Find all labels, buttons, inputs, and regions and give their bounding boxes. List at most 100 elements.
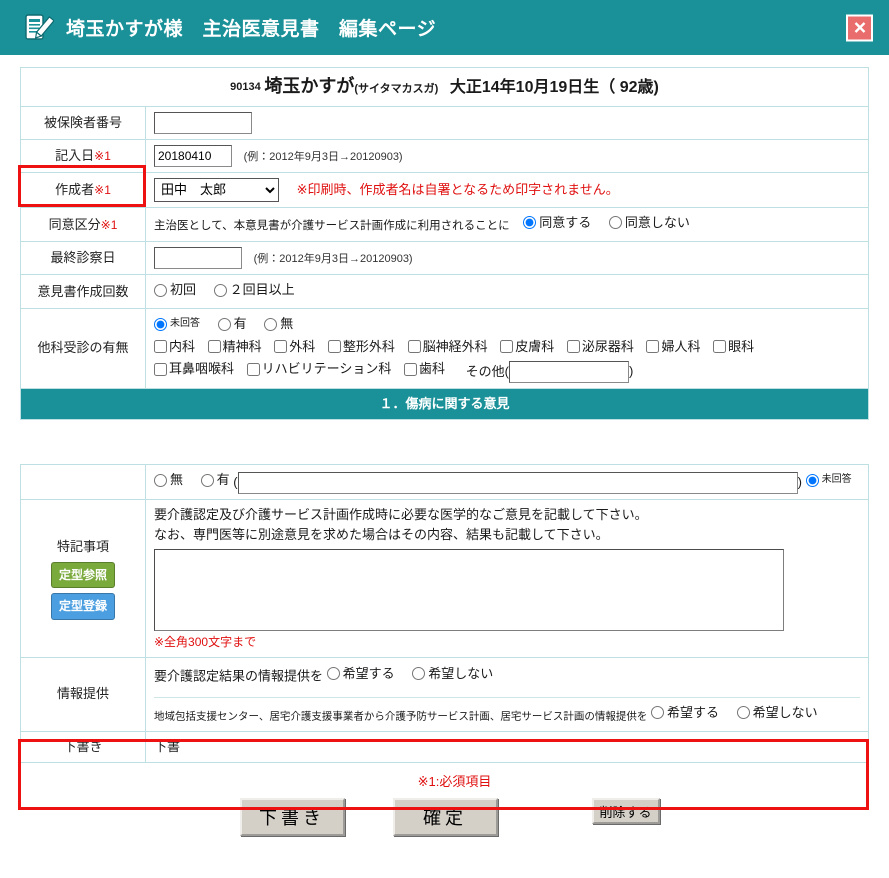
dept-checkbox[interactable]: 脳神経外科 — [407, 337, 488, 357]
dept-checkbox[interactable]: 婦人科 — [646, 337, 701, 357]
other-dept-yes-radio[interactable] — [217, 317, 231, 331]
umu-none-radio[interactable] — [154, 473, 167, 487]
template-register-button[interactable]: 定型登録 — [51, 593, 115, 620]
last-exam-hint: (例：2012年9月3日→20120903) — [253, 253, 413, 266]
entry-date-cell: (例：2012年9月3日→20120903) — [145, 138, 869, 173]
info-provide-line2-no-radio[interactable] — [736, 706, 750, 720]
dept-checkbox[interactable]: 整形外科 — [327, 337, 395, 357]
info-provide-line2-yes-option[interactable]: 希望する — [651, 703, 719, 723]
other-dept-no-radio[interactable] — [264, 317, 278, 331]
patient-banner: 90134 埼玉かすが(サイタマカスガ) 大正14年10月19日生（ 92歳) — [20, 67, 869, 107]
umu-yes-radio[interactable] — [200, 473, 214, 487]
dept-checkbox-input[interactable] — [404, 362, 418, 376]
other-dept-unanswered-option[interactable]: 未回答 — [154, 316, 200, 332]
required-mark: ※1 — [94, 182, 111, 197]
consent-agree-option[interactable]: 同意する — [523, 213, 591, 233]
delete-button[interactable]: 削除する — [591, 798, 660, 825]
dept-checkbox[interactable]: 歯科 — [404, 359, 445, 379]
other-dept-no-option[interactable]: 無 — [264, 314, 293, 334]
dept-checkbox-input[interactable] — [327, 340, 341, 354]
dept-checkbox[interactable]: 耳鼻咽喉科 — [154, 359, 234, 379]
opinion-count-first-option[interactable]: 初回 — [154, 280, 196, 300]
info-provide-line2-lead: 地域包括支援センター、居宅介護支援事業者から介護予防サービス計画、居宅サービス計… — [154, 710, 648, 723]
scroll-gap — [20, 420, 869, 465]
confirm-button[interactable]: 確定 — [392, 798, 498, 837]
info-provide-line1-no-radio[interactable] — [412, 667, 426, 681]
remarks-cell: 要介護認定及び介護サービス計画作成時に必要な医学的なご意見を記載して下さい。 な… — [145, 498, 869, 658]
last-exam-date-input[interactable] — [154, 247, 242, 270]
table-row: 無 有 () 未回答 — [20, 464, 869, 500]
template-reference-button[interactable]: 定型参照 — [51, 561, 115, 589]
umu-unanswered-label: 未回答 — [821, 474, 852, 486]
dept-checkbox-label: 整形外科 — [342, 338, 395, 354]
required-note: ※1:必須項目 — [417, 774, 492, 790]
umu-unanswered-option[interactable]: 未回答 — [805, 472, 852, 488]
dept-checkbox-input[interactable] — [274, 340, 288, 354]
opinion-count-repeat-radio[interactable] — [213, 283, 227, 297]
dept-checkbox-input[interactable] — [646, 340, 660, 354]
dept-checkbox-input[interactable] — [407, 340, 421, 354]
dept-checkbox[interactable]: 眼科 — [713, 337, 754, 357]
umu-unanswered-radio[interactable] — [805, 473, 819, 487]
consent-disagree-radio[interactable] — [608, 216, 622, 230]
remarks-label: 特記事項 — [56, 538, 109, 554]
entry-date-input[interactable] — [154, 144, 232, 167]
page-title: 埼玉かすが様 主治医意見書 編集ページ — [66, 19, 437, 40]
dept-checkbox-input[interactable] — [713, 340, 727, 354]
table-row: 特記事項 定型参照 定型登録 要介護認定及び介護サービス計画作成時に必要な医学的… — [20, 498, 869, 658]
info-provide-line1-yes-option[interactable]: 希望する — [326, 664, 395, 684]
opinion-count-repeat-option[interactable]: ２回目以上 — [213, 280, 295, 300]
dept-other-input[interactable] — [509, 360, 629, 383]
info-provide-line1-no-label: 希望しない — [428, 665, 494, 681]
dept-checkbox[interactable]: リハビリテーション科 — [246, 359, 391, 379]
info-provide-line2-no-option[interactable]: 希望しない — [736, 703, 818, 723]
consent-agree-radio[interactable] — [523, 216, 537, 230]
hoken-number-cell — [145, 105, 869, 140]
umu-none-option[interactable]: 無 — [154, 470, 183, 490]
umu-yes-option[interactable]: 有 — [200, 470, 230, 490]
footer-button-row: 下書き 確定 削除する — [20, 798, 869, 837]
consent-disagree-label: 同意しない — [624, 214, 690, 230]
author-select[interactable]: 田中 太郎 — [154, 177, 279, 202]
table-row: 被保険者番号 — [20, 105, 869, 140]
dept-checkbox[interactable]: 精神科 — [207, 337, 262, 357]
dept-checkbox[interactable]: 内科 — [154, 337, 195, 357]
other-dept-yes-option[interactable]: 有 — [217, 314, 247, 334]
patient-code: 90134 — [230, 81, 261, 93]
umu-detail-input[interactable] — [237, 471, 798, 494]
other-dept-check-line-1: 内科 精神科 外科 整形外科 脳神経外科 皮膚科 泌尿器科 婦人科 眼科 — [154, 337, 860, 360]
dept-checkbox[interactable]: 外科 — [274, 337, 315, 357]
info-provide-line1-yes-radio[interactable] — [326, 667, 340, 681]
patient-name: 埼玉かすが — [264, 76, 355, 96]
info-provide-line1-no-option[interactable]: 希望しない — [412, 664, 493, 684]
info-provide-line2-yes-radio[interactable] — [651, 706, 665, 720]
dept-other-label: その他( — [465, 363, 509, 379]
dept-checkbox-input[interactable] — [207, 340, 221, 354]
consent-disagree-option[interactable]: 同意しない — [608, 213, 690, 233]
dept-checkbox-input[interactable] — [246, 362, 260, 376]
author-label: 作成者※1 — [20, 171, 146, 208]
close-button[interactable] — [846, 14, 873, 41]
dept-checkbox-input[interactable] — [154, 362, 167, 376]
remarks-desc-line1: 要介護認定及び介護サービス計画作成時に必要な医学的なご意見を記載して下さい。 — [154, 506, 648, 522]
form-area: 90134 埼玉かすが(サイタマカスガ) 大正14年10月19日生（ 92歳) … — [0, 55, 889, 837]
opinion-count-first-radio[interactable] — [154, 283, 167, 297]
dept-checkbox-input[interactable] — [154, 340, 167, 354]
info-provide-line1-yes-label: 希望する — [342, 665, 395, 681]
dept-checkbox-label: 歯科 — [419, 361, 446, 377]
dept-checkbox-input[interactable] — [566, 340, 580, 354]
dept-checkbox[interactable]: 泌尿器科 — [566, 337, 634, 357]
section-header-row: １．傷病に関する意見 — [20, 387, 869, 421]
dept-checkbox-input[interactable] — [500, 340, 514, 354]
opinion-count-label: 意見書作成回数 — [20, 274, 146, 309]
remarks-textarea[interactable] — [154, 549, 784, 632]
table-row: 同意区分※1 主治医として、本意見書が介護サービス計画作成に利用されることに 同… — [20, 206, 869, 243]
hoken-number-input[interactable] — [154, 111, 252, 134]
other-dept-unanswered-label: 未回答 — [170, 318, 200, 330]
other-dept-unanswered-radio[interactable] — [154, 317, 167, 331]
draft-button[interactable]: 下書き — [239, 798, 345, 837]
info-provide-cell: 要介護認定結果の情報提供を 希望する 希望しない 地域包括支援センター、居宅介護… — [145, 656, 869, 733]
dept-checkbox[interactable]: 皮膚科 — [500, 337, 554, 357]
dept-checkbox-label: 皮膚科 — [515, 338, 555, 354]
consent-cell: 主治医として、本意見書が介護サービス計画作成に利用されることに 同意する 同意し… — [145, 206, 869, 243]
